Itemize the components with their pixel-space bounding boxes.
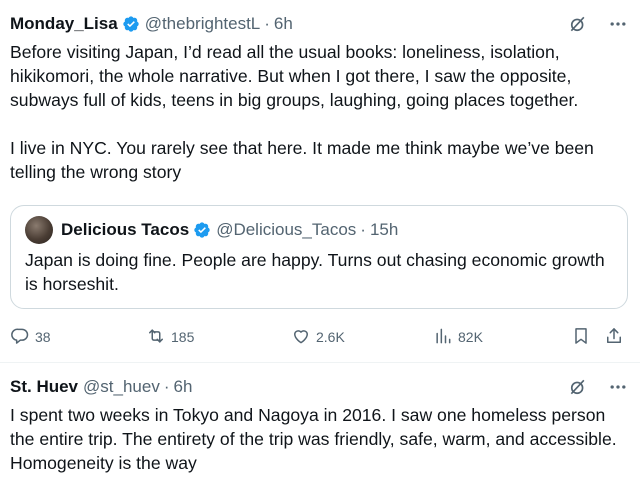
quoted-post-timestamp: 15h <box>369 220 399 239</box>
separator-dot: · <box>264 14 270 33</box>
grok-slash-icon[interactable] <box>566 12 590 36</box>
reply-count: 38 <box>35 329 51 345</box>
share-button[interactable] <box>604 326 624 349</box>
like-count: 2.6K <box>316 329 345 345</box>
quoted-author-handle: @Delicious_Tacos <box>216 220 357 239</box>
verified-badge-icon <box>193 221 211 239</box>
views-count: 82K <box>458 329 483 345</box>
bookmark-icon <box>571 326 591 349</box>
reply-icon <box>10 326 30 349</box>
more-icon[interactable] <box>606 12 630 36</box>
quoted-tweet-header: Delicious Tacos @Delicious_Tacos · 15h <box>25 216 398 244</box>
tweet-post-1[interactable]: Monday_Lisa @thebrightestL · 6h Before v… <box>0 0 640 362</box>
author-display-name[interactable]: Monday_Lisa <box>10 14 118 34</box>
quoted-author-display-name: Delicious Tacos <box>61 220 190 239</box>
tweet-header: Monday_Lisa @thebrightestL · 6h <box>10 12 630 36</box>
author-handle[interactable]: @thebrightestL <box>145 14 261 34</box>
like-button[interactable]: 2.6K <box>291 326 345 349</box>
post-timestamp[interactable]: 6h <box>274 14 293 34</box>
like-icon <box>291 326 311 349</box>
grok-slash-icon[interactable] <box>566 375 590 399</box>
separator-dot: · <box>163 377 170 396</box>
tweet-header: St. Huev @st_huev · 6h <box>10 375 630 399</box>
bookmark-button[interactable] <box>571 326 591 349</box>
separator-dot: · <box>360 220 366 239</box>
quoted-tweet[interactable]: Delicious Tacos @Delicious_Tacos · 15h J… <box>10 205 628 309</box>
quoted-tweet-body: Japan is doing fine. People are happy. T… <box>25 250 610 294</box>
author-handle[interactable]: @st_huev <box>83 377 160 397</box>
repost-icon <box>146 326 166 349</box>
more-icon[interactable] <box>606 375 630 399</box>
tweet-action-bar: 38 185 2.6K 82K <box>10 324 628 350</box>
avatar[interactable] <box>25 216 53 244</box>
author-display-name[interactable]: St. Huev <box>10 377 78 397</box>
tweet-body: Before visiting Japan, I’d read all the … <box>10 42 594 182</box>
views-button[interactable]: 82K <box>433 326 483 349</box>
views-icon <box>433 326 453 349</box>
repost-button[interactable]: 185 <box>146 326 194 349</box>
repost-count: 185 <box>171 329 195 345</box>
share-icon <box>604 326 624 349</box>
post-timestamp[interactable]: 6h <box>174 377 193 397</box>
reply-button[interactable]: 38 <box>10 326 51 349</box>
verified-badge-icon[interactable] <box>122 15 140 33</box>
tweet-body: I spent two weeks in Tokyo and Nagoya in… <box>10 405 622 473</box>
